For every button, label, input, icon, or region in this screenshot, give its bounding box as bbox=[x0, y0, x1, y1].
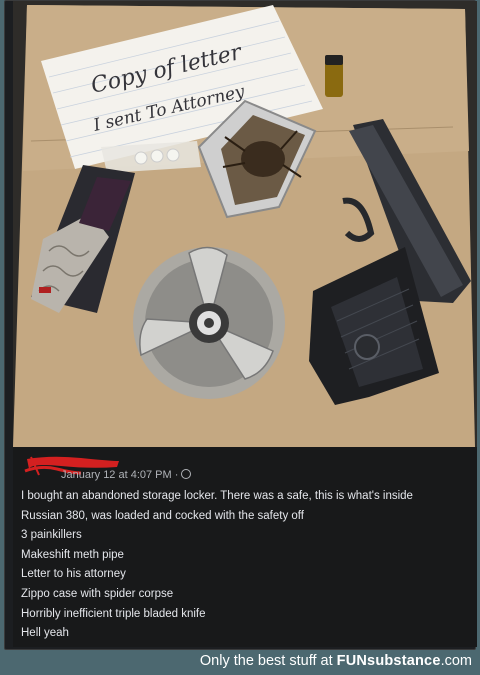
amber-vial bbox=[325, 55, 343, 97]
post-line: Letter to his attorney bbox=[21, 568, 126, 581]
storage-locker-photo: Copy of letter I sent To Attorney bbox=[13, 1, 477, 447]
post-line: Makeshift meth pipe bbox=[21, 548, 124, 561]
globe-icon bbox=[181, 469, 192, 479]
watermark-footer: Only the best stuff at FUNsubstance.com bbox=[0, 650, 480, 675]
post-card: Copy of letter I sent To Attorney Januar… bbox=[4, 0, 477, 650]
post-body: January 12 at 4:07 PM · I bought an aban… bbox=[13, 447, 477, 647]
post-line: Zippo case with spider corpse bbox=[21, 587, 174, 600]
post-photo[interactable]: Copy of letter I sent To Attorney bbox=[13, 1, 477, 447]
watermark-text: Only the best stuff at FUNsubstance.com bbox=[199, 653, 472, 669]
post-meta: January 12 at 4:07 PM · bbox=[21, 453, 221, 481]
post-line: I bought an abandoned storage locker. Th… bbox=[21, 490, 413, 502]
post-line: Horribly inefficient triple bladed knife bbox=[21, 607, 206, 620]
triple-bladed-knife bbox=[133, 246, 285, 399]
post-line: 3 painkillers bbox=[21, 529, 82, 542]
post-line: Russian 380, was loaded and cocked with … bbox=[21, 509, 304, 522]
post-timestamp[interactable]: January 12 at 4:07 PM · bbox=[61, 469, 192, 481]
post-line: Hell yeah bbox=[21, 627, 69, 640]
post-text: I bought an abandoned storage locker. Th… bbox=[21, 487, 471, 644]
brand-name: FUNsubstance bbox=[336, 653, 441, 669]
